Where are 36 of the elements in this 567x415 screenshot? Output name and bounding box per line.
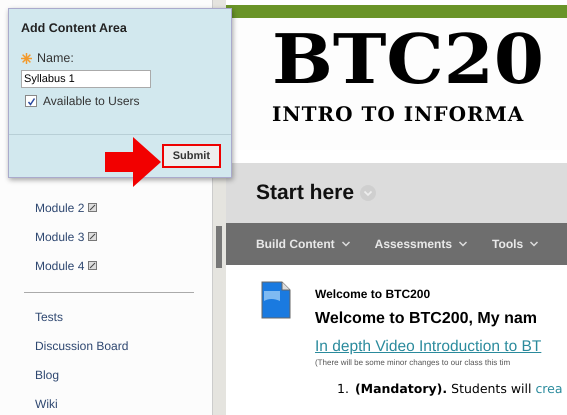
toolbar-menu[interactable]: Build Content [256,237,351,251]
submit-button[interactable]: Submit [162,144,221,168]
sidebar-item[interactable]: Blog [35,367,212,384]
list-number: 1. [337,381,349,396]
note-text: (There will be some minor changes to our class this tim [315,358,512,367]
name-field[interactable]: Syllabus 1 [21,70,151,88]
sidebar-item[interactable]: Discussion Board [35,338,212,355]
available-checkbox[interactable] [25,95,37,107]
document-icon [261,281,291,319]
arrow-icon [105,137,161,187]
toolbar-menu[interactable]: Tools [492,237,540,251]
sidebar-item[interactable]: Module 2 [35,200,84,214]
page-title: Start here [256,181,354,205]
edit-icon[interactable] [88,203,98,212]
chevron-down-icon [340,240,351,248]
item-heading: Welcome to BTC200, My nam [315,310,538,328]
scrollbar-thumb[interactable] [216,226,222,268]
list-text: (Mandatory). Students will crea [354,381,563,396]
list-link[interactable]: crea [535,381,563,396]
dialog-title: Add Content Area [21,21,128,35]
sidebar-item[interactable]: Tests [35,309,212,326]
sidebar-item[interactable]: Wiki [35,396,212,413]
edit-icon[interactable] [88,232,98,241]
chevron-down-icon [458,240,468,248]
toolbar-menu[interactable]: Assessments [374,237,468,251]
edit-icon[interactable] [88,261,98,270]
item-title: Welcome to BTC200 [315,287,432,301]
course-logo-title: BTC20 [272,22,545,96]
video-link[interactable]: In depth Video Introduction to BT [315,338,563,356]
chevron-down-icon [529,240,540,248]
sidebar-item[interactable]: Module 4 [35,258,84,272]
checkbox-label: Available to Users [43,94,140,108]
required-icon [21,52,32,64]
course-logo-subtitle: INTRO TO INFORMA [272,102,526,126]
name-label: Name: [37,51,74,65]
sidebar-item[interactable]: Module 3 [35,230,84,244]
